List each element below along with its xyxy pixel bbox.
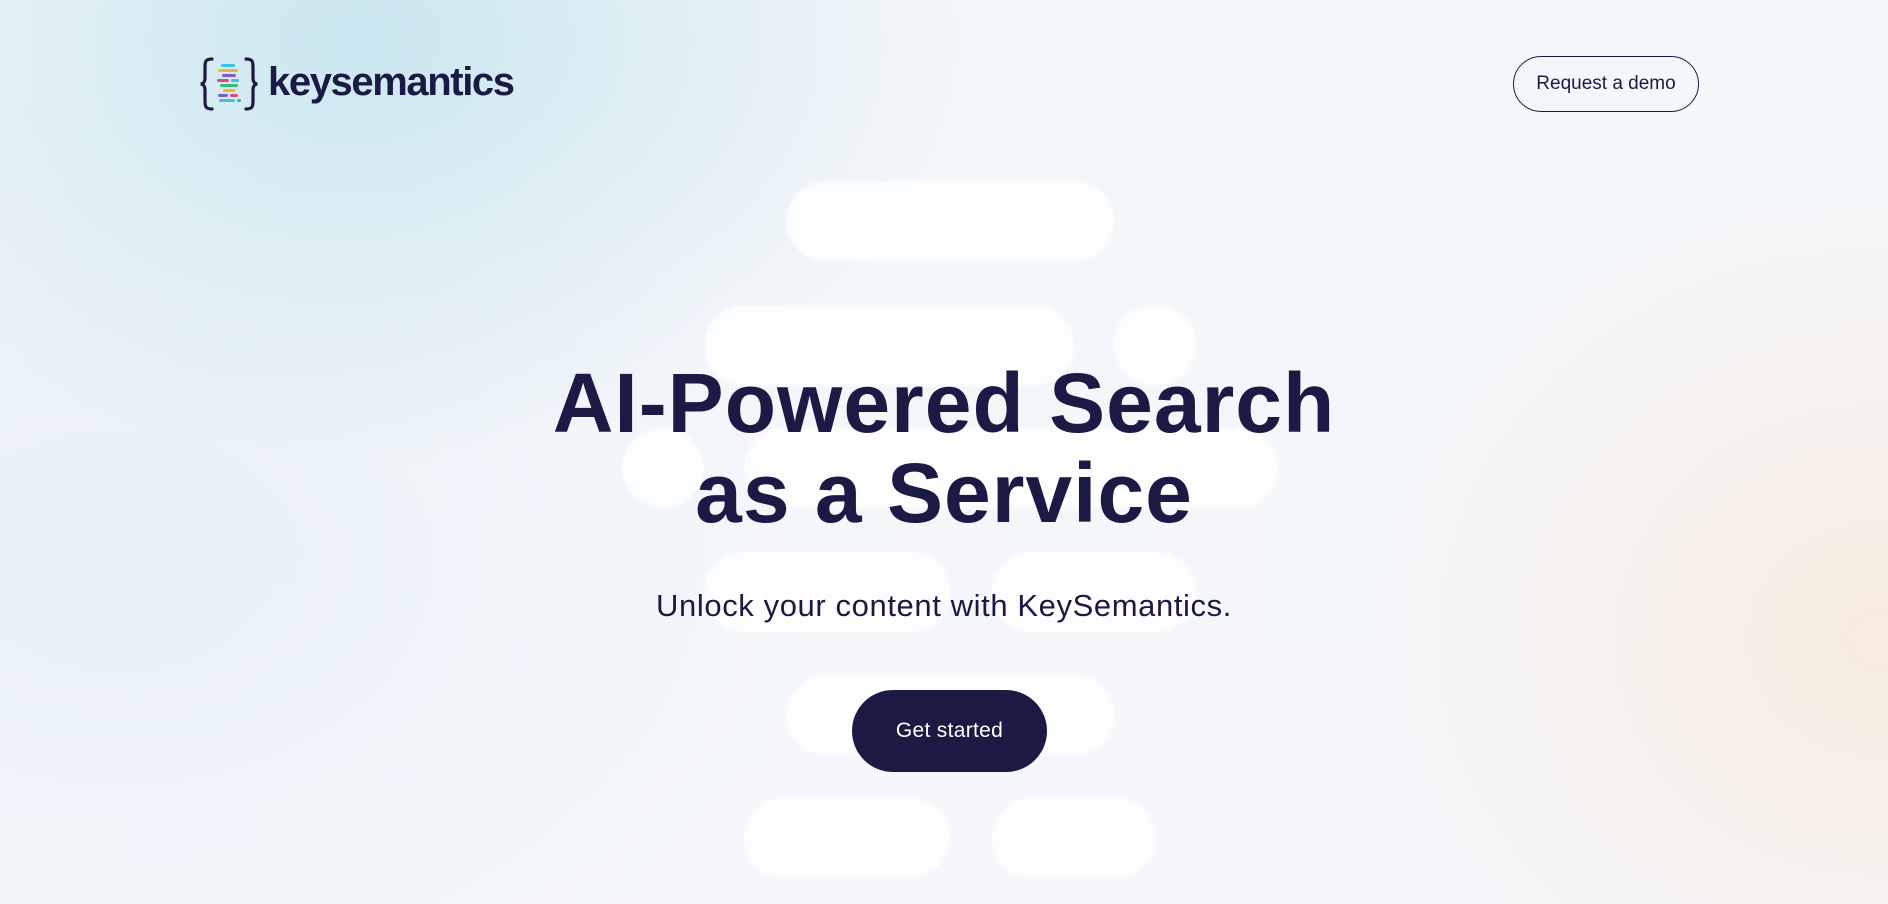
decorative-pill [786,181,1114,261]
request-demo-button[interactable]: Request a demo [1513,56,1699,112]
keysemantics-braces-logo-icon [200,57,258,111]
hero-subtitle: Unlock your content with KeySemantics. [656,588,1232,623]
hero-title: AI-Powered Search as a Service [0,358,1888,538]
logo-link[interactable]: keysemantics [200,56,515,112]
get-started-button[interactable]: Get started [852,690,1047,772]
hero-title-line-1: AI-Powered Search [552,356,1336,450]
logo-text: keysemantics [268,60,515,104]
decorative-pill [992,798,1156,878]
hero-title-line-2: as a Service [695,446,1193,540]
decorative-pill [744,798,950,878]
